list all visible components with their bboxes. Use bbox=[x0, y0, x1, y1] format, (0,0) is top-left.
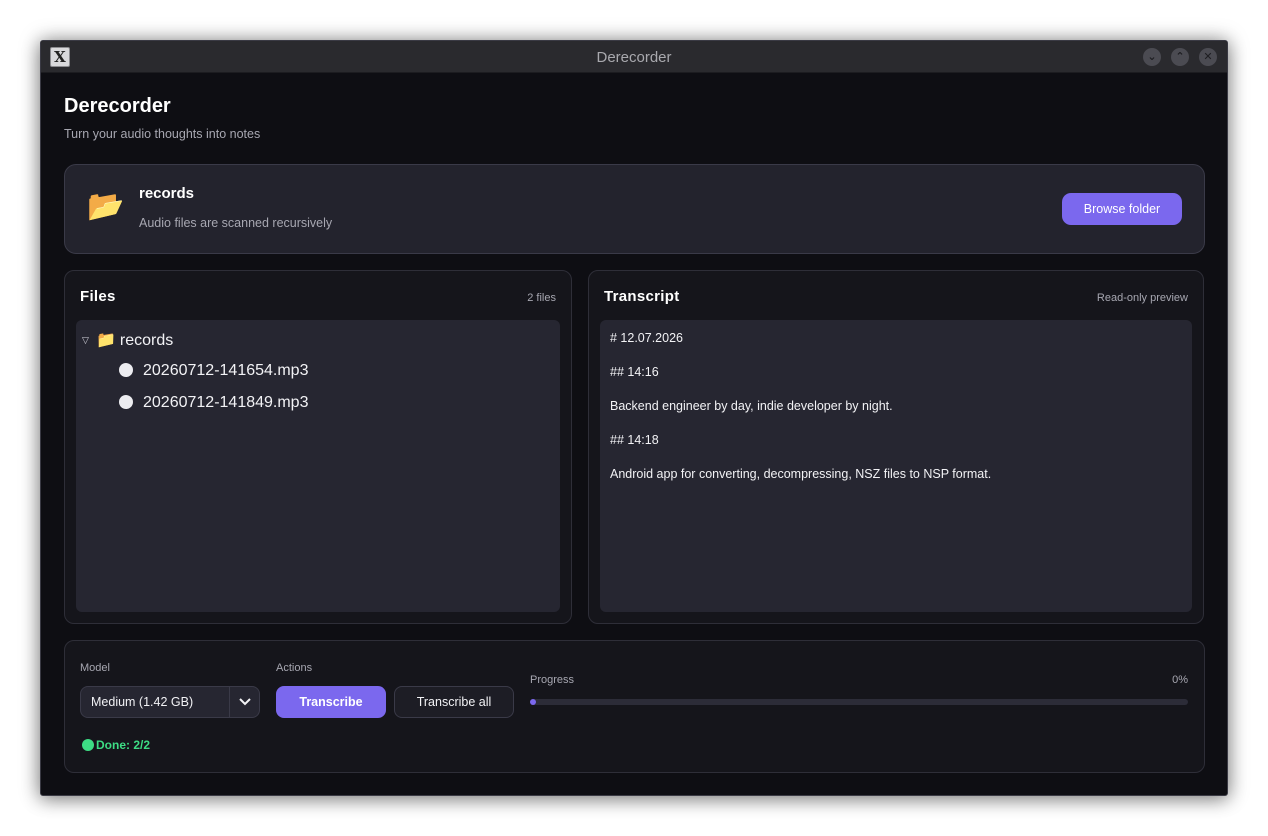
tree-folder-label: records bbox=[119, 332, 174, 349]
status-text: Done: 2/2 bbox=[96, 738, 151, 752]
status-badge: Done: 2/2 bbox=[82, 738, 150, 752]
folder-card: 📂 records Audio files are scanned recurs… bbox=[64, 164, 1205, 254]
model-select[interactable]: Medium (1.42 GB) bbox=[80, 686, 260, 718]
progress-percent: 0% bbox=[1172, 674, 1188, 686]
files-panel: Files 2 files ▽ 📁 records 20260712-141654.… bbox=[64, 270, 572, 624]
browse-folder-button[interactable]: Browse folder bbox=[1062, 193, 1182, 225]
close-icon: ✕ bbox=[1203, 50, 1213, 63]
file-tree[interactable]: ▽ 📁 records 20260712-141654.mp3 20260712-1… bbox=[76, 320, 560, 612]
transcript-line: # 12.07.2026 bbox=[610, 331, 683, 345]
transcript-view[interactable]: # 12.07.2026 ## 14:16 Backend engineer b… bbox=[600, 320, 1192, 612]
files-count: 2 files bbox=[527, 292, 556, 304]
close-button[interactable]: ✕ bbox=[1199, 48, 1217, 66]
folder-icon: 📁 bbox=[96, 332, 116, 349]
app-window: X Derecorder ⌄ ⌃ ✕ Derecorder Turn your … bbox=[40, 40, 1228, 796]
transcript-line: Backend engineer by day, indie developer… bbox=[610, 399, 893, 413]
progress-fill bbox=[530, 699, 536, 705]
maximize-button[interactable]: ⌃ bbox=[1171, 48, 1189, 66]
folder-name: records bbox=[139, 185, 195, 202]
tree-file-item[interactable]: 20260712-141849.mp3 bbox=[119, 394, 308, 412]
transcript-line: Android app for converting, decompressin… bbox=[610, 467, 992, 481]
transcribe-button[interactable]: Transcribe bbox=[276, 686, 386, 718]
files-title: Files bbox=[80, 288, 116, 305]
transcript-panel: Transcript Read-only preview # 12.07.202… bbox=[588, 270, 1204, 624]
model-label: Model bbox=[80, 662, 110, 674]
progress-label: Progress bbox=[530, 674, 575, 686]
status-dot-icon bbox=[82, 739, 94, 751]
transcript-line: ## 14:18 bbox=[610, 433, 659, 447]
minimize-button[interactable]: ⌄ bbox=[1143, 48, 1161, 66]
folder-hint: Audio files are scanned recursively bbox=[139, 216, 333, 230]
window-titlebar[interactable]: X Derecorder ⌄ ⌃ ✕ bbox=[41, 41, 1227, 73]
actions-label: Actions bbox=[276, 662, 313, 674]
transcript-title: Transcript bbox=[604, 288, 680, 305]
open-folder-icon: 📂 bbox=[87, 190, 125, 223]
file-status-dot-icon bbox=[119, 363, 133, 377]
transcribe-all-button[interactable]: Transcribe all bbox=[394, 686, 514, 718]
chevron-down-icon: ⌄ bbox=[1147, 50, 1157, 63]
page-title: Derecorder bbox=[64, 95, 171, 117]
transcript-line: ## 14:16 bbox=[610, 365, 659, 379]
tree-folder-records[interactable]: ▽ 📁 records bbox=[82, 330, 173, 350]
window-title: Derecorder bbox=[596, 49, 672, 66]
tree-file-item[interactable]: 20260712-141654.mp3 bbox=[119, 362, 308, 380]
transcript-meta: Read-only preview bbox=[1096, 292, 1188, 304]
page-subtitle: Turn your audio thoughts into notes bbox=[64, 127, 261, 141]
expand-toggle-icon[interactable]: ▽ bbox=[82, 335, 96, 346]
controls-panel: Model Medium (1.42 GB) Actions Transcrib… bbox=[64, 640, 1205, 773]
tree-file-label: 20260712-141849.mp3 bbox=[143, 394, 309, 411]
progress-bar bbox=[530, 699, 1188, 705]
chevron-up-icon: ⌃ bbox=[1175, 50, 1185, 63]
model-select-value: Medium (1.42 GB) bbox=[91, 695, 194, 709]
chevron-down-icon[interactable] bbox=[230, 687, 260, 717]
file-status-dot-icon bbox=[119, 395, 133, 409]
tree-file-label: 20260712-141654.mp3 bbox=[143, 362, 309, 379]
